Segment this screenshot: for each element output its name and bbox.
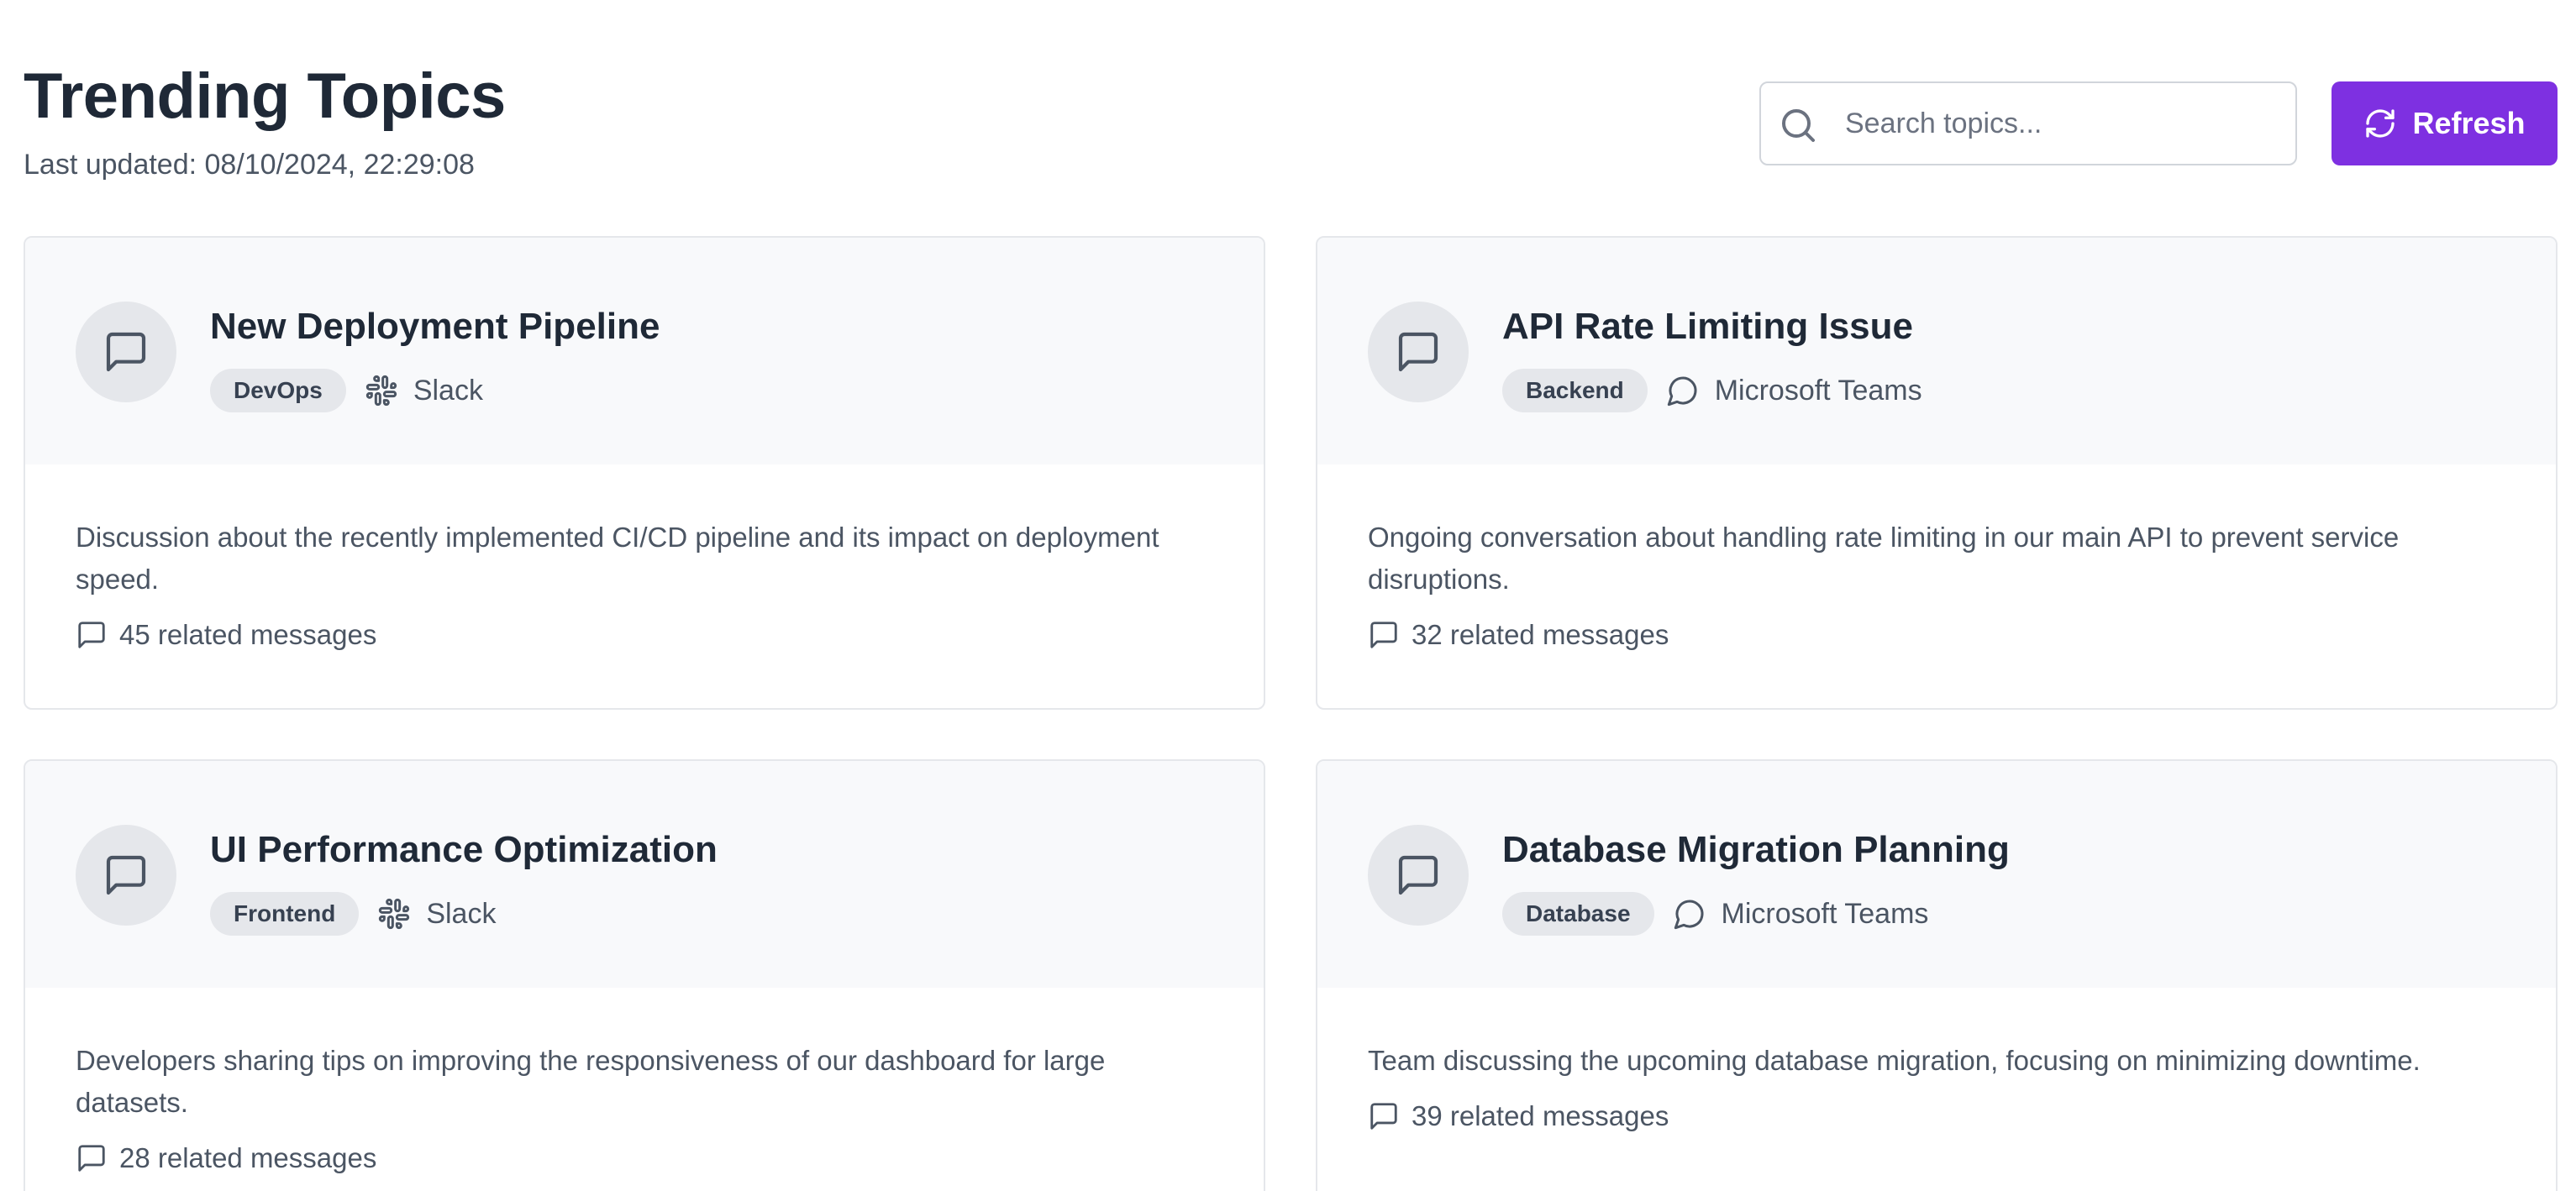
topic-tag: DevOps bbox=[210, 369, 346, 412]
refresh-button[interactable]: Refresh bbox=[2332, 81, 2558, 165]
topic-message-count: 39 related messages bbox=[1368, 1100, 2505, 1132]
topic-tag: Frontend bbox=[210, 892, 360, 936]
topic-platform: Microsoft Teams bbox=[1666, 374, 1922, 407]
topic-platform: Slack bbox=[365, 374, 483, 407]
topic-meta: Backend Microsoft Teams bbox=[1502, 367, 1922, 414]
topic-card-body: Discussion about the recently implemente… bbox=[25, 464, 1264, 651]
message-square-icon bbox=[1398, 332, 1438, 372]
topic-card-body: Developers sharing tips on improving the… bbox=[25, 988, 1264, 1174]
chat-bubble-icon bbox=[1674, 900, 1704, 930]
chat-bubble-icon bbox=[1667, 376, 1697, 407]
message-count-text: 32 related messages bbox=[1412, 619, 1669, 650]
search-box[interactable] bbox=[1759, 81, 2297, 165]
message-square-icon bbox=[1398, 855, 1438, 895]
topic-platform: Slack bbox=[377, 897, 496, 931]
topic-avatar bbox=[1368, 825, 1469, 926]
topic-card-header: New Deployment Pipeline DevOps Slack bbox=[25, 238, 1264, 464]
topic-card-body: Ongoing conversation about handling rate… bbox=[1317, 464, 2556, 651]
search-input[interactable] bbox=[1845, 83, 2282, 164]
message-square-icon bbox=[106, 332, 146, 372]
trending-topics-page: Trending Topics Last updated: 08/10/2024… bbox=[0, 0, 2576, 1191]
platform-name: Slack bbox=[413, 374, 483, 407]
topic-card[interactable]: Database Migration Planning Database Mic… bbox=[1316, 759, 2558, 1191]
search-icon bbox=[1782, 109, 1815, 142]
topic-card-header: API Rate Limiting Issue Backend Microsof… bbox=[1317, 238, 2556, 464]
topic-avatar bbox=[76, 302, 176, 402]
slack-icon bbox=[365, 375, 397, 407]
topic-title[interactable]: UI Performance Optimization bbox=[210, 826, 718, 874]
topic-description: Discussion about the recently implemente… bbox=[76, 522, 1159, 595]
refresh-icon bbox=[2366, 109, 2395, 138]
refresh-button-label: Refresh bbox=[2412, 106, 2526, 140]
topic-card-header: UI Performance Optimization Frontend Sla bbox=[25, 761, 1264, 988]
message-square-icon bbox=[1370, 622, 1397, 648]
topic-meta: Frontend Slack bbox=[210, 890, 496, 937]
topic-meta: Database Microsoft Teams bbox=[1502, 890, 1928, 937]
platform-name: Slack bbox=[426, 897, 497, 930]
topic-description: Ongoing conversation about handling rate… bbox=[1368, 522, 2400, 595]
message-square-icon bbox=[1370, 1103, 1397, 1130]
topic-message-count: 28 related messages bbox=[76, 1142, 1213, 1174]
message-count-text: 39 related messages bbox=[1412, 1100, 1669, 1131]
topic-tag: Backend bbox=[1502, 369, 1648, 412]
page-header: Trending Topics Last updated: 08/10/2024… bbox=[24, 59, 2558, 193]
slack-icon bbox=[379, 898, 410, 930]
topic-title[interactable]: Database Migration Planning bbox=[1502, 826, 2010, 874]
topic-card-header: Database Migration Planning Database Mic… bbox=[1317, 761, 2556, 988]
last-updated-timestamp: Last updated: 08/10/2024, 22:29:08 bbox=[24, 149, 475, 181]
topic-description: Developers sharing tips on improving the… bbox=[76, 1045, 1106, 1118]
topic-card[interactable]: UI Performance Optimization Frontend Sla bbox=[24, 759, 1265, 1191]
topic-card[interactable]: New Deployment Pipeline DevOps Slack Dis… bbox=[24, 236, 1265, 710]
topic-meta: DevOps Slack bbox=[210, 367, 483, 414]
platform-name: Microsoft Teams bbox=[1721, 897, 1929, 930]
topic-tag: Database bbox=[1502, 892, 1654, 936]
topic-message-count: 32 related messages bbox=[1368, 619, 2505, 651]
message-count-text: 45 related messages bbox=[119, 619, 377, 650]
topic-title[interactable]: API Rate Limiting Issue bbox=[1502, 303, 1913, 350]
topic-avatar bbox=[76, 825, 176, 926]
message-count-text: 28 related messages bbox=[119, 1142, 377, 1173]
topic-avatar bbox=[1368, 302, 1469, 402]
message-square-icon bbox=[78, 1145, 105, 1172]
topic-description: Team discussing the upcoming database mi… bbox=[1368, 1045, 2421, 1076]
platform-name: Microsoft Teams bbox=[1714, 374, 1922, 407]
page-title: Trending Topics bbox=[24, 60, 506, 132]
topic-title[interactable]: New Deployment Pipeline bbox=[210, 303, 660, 350]
topic-card[interactable]: API Rate Limiting Issue Backend Microsof… bbox=[1316, 236, 2558, 710]
message-square-icon bbox=[78, 622, 105, 648]
message-square-icon bbox=[106, 855, 146, 895]
topic-platform: Microsoft Teams bbox=[1673, 897, 1929, 931]
topic-message-count: 45 related messages bbox=[76, 619, 1213, 651]
topic-card-body: Team discussing the upcoming database mi… bbox=[1317, 988, 2556, 1132]
